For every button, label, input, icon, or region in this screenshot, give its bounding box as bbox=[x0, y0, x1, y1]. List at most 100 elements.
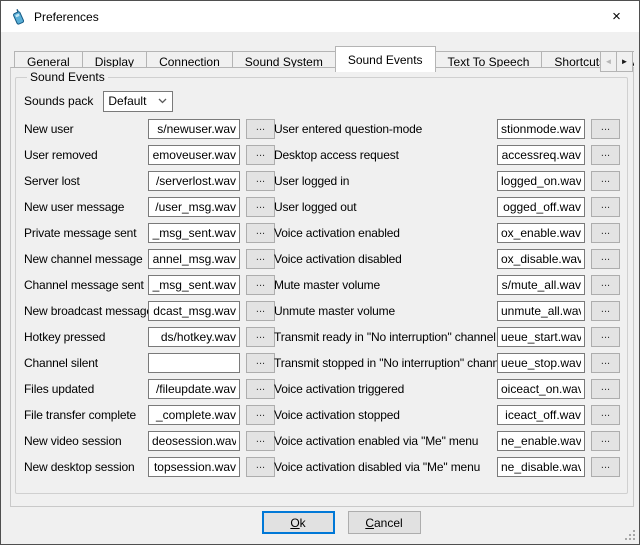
sound-file-input[interactable] bbox=[497, 327, 585, 347]
ok-button[interactable]: Ok bbox=[262, 511, 335, 534]
sound-file-input[interactable] bbox=[497, 171, 585, 191]
sound-event-row: New broadcast message ... bbox=[24, 298, 274, 324]
preferences-dialog: Preferences × General Display Connection… bbox=[0, 0, 640, 545]
sound-event-label: Hotkey pressed bbox=[24, 330, 142, 344]
sound-event-label: Channel message sent bbox=[24, 278, 142, 292]
events-column-right: User entered question-mode ... Desktop a… bbox=[274, 116, 626, 480]
sound-file-input[interactable] bbox=[148, 145, 240, 165]
sound-file-input[interactable] bbox=[497, 145, 585, 165]
browse-button[interactable]: ... bbox=[591, 327, 620, 347]
sound-file-input[interactable] bbox=[497, 457, 585, 477]
sound-file-input[interactable] bbox=[148, 353, 240, 373]
sound-event-row: Channel silent ... bbox=[24, 350, 274, 376]
sound-event-row: User removed ... bbox=[24, 142, 274, 168]
browse-button[interactable]: ... bbox=[591, 249, 620, 269]
resize-grip[interactable] bbox=[624, 529, 636, 541]
footer: Ok Cancel bbox=[21, 511, 640, 534]
browse-button[interactable]: ... bbox=[591, 223, 620, 243]
sound-file-input[interactable] bbox=[497, 301, 585, 321]
browse-button[interactable]: ... bbox=[246, 197, 275, 217]
browse-button[interactable]: ... bbox=[591, 353, 620, 373]
sound-file-input[interactable] bbox=[497, 119, 585, 139]
tab-scrollers: ◄ ► bbox=[601, 51, 633, 72]
tab-sound-events[interactable]: Sound Events bbox=[335, 46, 436, 72]
sound-event-label: New broadcast message bbox=[24, 304, 142, 318]
sound-event-label: User entered question-mode bbox=[274, 122, 491, 136]
sound-event-label: New video session bbox=[24, 434, 142, 448]
sound-file-input[interactable] bbox=[497, 249, 585, 269]
sound-file-input[interactable] bbox=[148, 249, 240, 269]
browse-button[interactable]: ... bbox=[246, 275, 275, 295]
browse-button[interactable]: ... bbox=[591, 405, 620, 425]
sound-event-label: Unmute master volume bbox=[274, 304, 491, 318]
sounds-pack-value: Default bbox=[108, 94, 158, 108]
sound-event-label: Voice activation disabled via "Me" menu bbox=[274, 460, 491, 474]
browse-button[interactable]: ... bbox=[246, 301, 275, 321]
browse-button[interactable]: ... bbox=[246, 405, 275, 425]
events-column-left: New user ... User removed ... Server los… bbox=[24, 116, 274, 480]
browse-button[interactable]: ... bbox=[591, 379, 620, 399]
browse-button[interactable]: ... bbox=[591, 197, 620, 217]
browse-button[interactable]: ... bbox=[246, 119, 275, 139]
sound-event-row: Transmit ready in "No interruption" chan… bbox=[274, 324, 626, 350]
browse-button[interactable]: ... bbox=[246, 171, 275, 191]
browse-button[interactable]: ... bbox=[246, 223, 275, 243]
cancel-label: C bbox=[365, 516, 374, 530]
browse-button[interactable]: ... bbox=[246, 327, 275, 347]
sound-file-input[interactable] bbox=[148, 327, 240, 347]
browse-button[interactable]: ... bbox=[591, 119, 620, 139]
sound-file-input[interactable] bbox=[148, 405, 240, 425]
sound-event-label: User logged out bbox=[274, 200, 491, 214]
browse-button[interactable]: ... bbox=[591, 431, 620, 451]
sound-file-input[interactable] bbox=[497, 223, 585, 243]
browse-button[interactable]: ... bbox=[246, 379, 275, 399]
sound-file-input[interactable] bbox=[148, 275, 240, 295]
sound-event-row: Private message sent ... bbox=[24, 220, 274, 246]
sound-event-label: Voice activation enabled via "Me" menu bbox=[274, 434, 491, 448]
sound-event-label: New user message bbox=[24, 200, 142, 214]
sound-file-input[interactable] bbox=[148, 431, 240, 451]
sound-file-input[interactable] bbox=[148, 223, 240, 243]
sound-file-input[interactable] bbox=[497, 431, 585, 451]
sound-file-input[interactable] bbox=[148, 457, 240, 477]
browse-button[interactable]: ... bbox=[246, 353, 275, 373]
tab-scroll-left-button[interactable]: ◄ bbox=[600, 51, 617, 72]
sound-event-row: User logged out ... bbox=[274, 194, 626, 220]
sound-file-input[interactable] bbox=[148, 197, 240, 217]
sound-event-row: New channel message ... bbox=[24, 246, 274, 272]
ok-label: O bbox=[290, 516, 299, 530]
browse-button[interactable]: ... bbox=[246, 431, 275, 451]
group-title: Sound Events bbox=[27, 70, 108, 84]
browse-button[interactable]: ... bbox=[591, 457, 620, 477]
sound-event-row: Hotkey pressed ... bbox=[24, 324, 274, 350]
sounds-pack-label: Sounds pack bbox=[24, 94, 93, 108]
sound-file-input[interactable] bbox=[497, 353, 585, 373]
close-button[interactable]: × bbox=[594, 1, 639, 32]
sounds-pack-select[interactable]: Default bbox=[103, 91, 173, 112]
app-icon bbox=[10, 9, 26, 25]
browse-button[interactable]: ... bbox=[246, 145, 275, 165]
browse-button[interactable]: ... bbox=[591, 145, 620, 165]
browse-button[interactable]: ... bbox=[591, 301, 620, 321]
sound-event-row: File transfer complete ... bbox=[24, 402, 274, 428]
ok-label-rest: k bbox=[300, 516, 306, 530]
sound-file-input[interactable] bbox=[148, 379, 240, 399]
sound-file-input[interactable] bbox=[148, 301, 240, 321]
sound-file-input[interactable] bbox=[497, 405, 585, 425]
sound-file-input[interactable] bbox=[497, 197, 585, 217]
browse-button[interactable]: ... bbox=[246, 249, 275, 269]
browse-button[interactable]: ... bbox=[591, 275, 620, 295]
sound-event-row: User logged in ... bbox=[274, 168, 626, 194]
events-columns: New user ... User removed ... Server los… bbox=[24, 116, 627, 480]
sound-file-input[interactable] bbox=[148, 171, 240, 191]
sound-file-input[interactable] bbox=[497, 379, 585, 399]
sound-event-row: New desktop session ... bbox=[24, 454, 274, 480]
browse-button[interactable]: ... bbox=[591, 171, 620, 191]
tab-scroll-right-button[interactable]: ► bbox=[616, 51, 633, 72]
sound-event-label: Server lost bbox=[24, 174, 142, 188]
sound-file-input[interactable] bbox=[497, 275, 585, 295]
sound-file-input[interactable] bbox=[148, 119, 240, 139]
sound-event-label: File transfer complete bbox=[24, 408, 142, 422]
browse-button[interactable]: ... bbox=[246, 457, 275, 477]
cancel-button[interactable]: Cancel bbox=[348, 511, 421, 534]
